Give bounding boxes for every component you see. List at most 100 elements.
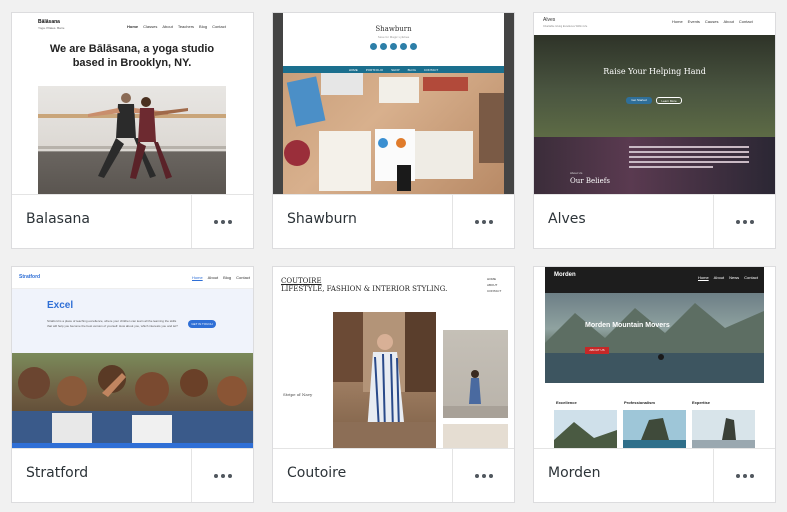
preview-nav-item: Blog [223,275,232,280]
preview-body-text: Stratford is a place of teaching excelle… [47,319,178,328]
preview-header: Stratford Home About Blog Contact [12,267,253,289]
theme-card-footer: Shawburn [273,194,514,248]
woman-striped-dress-image [333,312,436,448]
preview-tagline: Yoga. Pilates. Barre [38,26,65,30]
theme-card-footer: Coutoire [273,448,514,502]
preview-hero-title: Morden Mountain Movers [585,322,670,329]
preview-nav: Home Classes About Teachers Blog Contact [127,24,226,29]
preview-button: ABOUT US [585,347,609,354]
ellipsis-icon [735,219,754,224]
preview-column-title: Expertise [692,400,711,405]
theme-card-footer: Alves [534,194,775,248]
yoga-figures-image [38,93,226,179]
preview-headline-line: based in Brooklyn, NY. [72,57,192,69]
preview-nav-item: PORTFOLIO [365,67,384,72]
theme-card-balasana[interactable]: Bālāsana Yoga. Pilates. Barre Home Class… [11,12,254,249]
preview-nav-item: Contact [744,275,758,280]
preview-nav-item: About [723,19,734,24]
theme-card-morden[interactable]: Morden Home About News Contact Morden Mo… [533,266,776,503]
preview-nav-item: Events [687,19,700,24]
preview-nav-item: Home [698,275,709,280]
linkedin-icon [410,43,417,50]
instagram-icon [390,43,397,50]
theme-preview[interactable]: COUTOIRE LIFESTYLE, FASHION & INTERIOR S… [273,267,514,448]
theme-preview[interactable]: Morden Home About News Contact Morden Mo… [534,267,775,448]
theme-card-stratford[interactable]: Stratford Home About Blog Contact Excel … [11,266,254,503]
pinterest-icon [400,43,407,50]
more-options-button[interactable] [713,449,775,502]
preview-nav-item: Teachers [177,24,195,29]
ellipsis-icon [213,473,232,478]
preview-nav-item: About [713,275,725,280]
more-options-button[interactable] [452,195,514,248]
preview-logo: Bālāsana [38,19,60,25]
preview-nav-item: BLOG [407,67,416,72]
preview-nav-item: Home [127,24,139,29]
twitter-icon [380,43,387,50]
preview-hero-title: Raise Your Helping Hand [603,67,706,76]
preview-headline: We are Bālāsana, a yoga studio based in … [32,42,232,70]
theme-preview[interactable]: Bālāsana Yoga. Pilates. Barre Home Class… [12,13,253,194]
theme-name[interactable]: Balasana [26,211,90,227]
preview-button: GET IN TOUCH [188,320,216,328]
more-options-button[interactable] [191,449,253,502]
preview-main-photo [333,312,436,448]
theme-card-coutoire[interactable]: COUTOIRE LIFESTYLE, FASHION & INTERIOR S… [272,266,515,503]
preview-section: About Us Our Beliefs [534,137,775,194]
preview-button: Learn More [656,97,682,104]
theme-preview[interactable]: Alves Charitable Giving Excellence Withi… [534,13,775,194]
social-icons [370,43,417,50]
theme-name[interactable]: Stratford [26,465,88,481]
ellipsis-icon [474,219,493,224]
theme-card-shawburn[interactable]: Shawburn Save for Magic Lyfebea HOME POR… [272,12,515,249]
preview-hero: Raise Your Helping Hand Get Started Lear… [534,35,775,137]
woman-standing-image [443,370,508,418]
preview-nav: HOME PORTFOLIO SHOP BLOG CONTACT [283,66,504,73]
preview-nav-item: About [162,24,173,29]
theme-name[interactable]: Shawburn [287,211,357,227]
theme-card-footer: Balasana [12,194,253,248]
preview-logo: Stratford [19,274,41,280]
coastal-cliff-image [554,410,617,448]
preview-hero-photo [12,353,253,443]
preview-side-photo [443,330,508,418]
mountain-lake-image [545,303,764,383]
theme-card-alves[interactable]: Alves Charitable Giving Excellence Withi… [533,12,776,249]
preview-body-text [629,143,749,183]
ellipsis-icon [735,473,754,478]
theme-name[interactable]: Morden [548,465,601,481]
preview-subtitle: Save for Magic Lyfebea [377,35,410,39]
preview-logo: Alves [543,17,556,23]
preview-button: Get Started [626,97,652,104]
preview-logo: Morden [554,272,576,278]
preview-hero-photo [283,73,504,194]
preview-beige-block [443,424,508,448]
theme-name[interactable]: Coutoire [287,465,346,481]
theme-preview[interactable]: Stratford Home About Blog Contact Excel … [12,267,253,448]
preview-sidebar: Stripe of Navy [283,392,312,398]
preview-nav-item: Classes [143,24,158,29]
preview-page: Shawburn Save for Magic Lyfebea HOME POR… [283,13,504,194]
island-rock-image [623,410,686,448]
preview-nav: Home Events Causes About Contact [672,19,753,24]
preview-nav-item: CONTACT [423,67,439,72]
more-options-button[interactable] [191,195,253,248]
ellipsis-icon [474,473,493,478]
preview-nav-item: Contact [236,275,250,280]
preview-nav-item: Blog [199,24,208,29]
preview-title: Shawburn [375,25,412,33]
preview-hero-photo [38,86,226,194]
preview-nav-item: SHOP [391,67,400,72]
preview-nav-item: Contact [738,19,753,24]
theme-name[interactable]: Alves [548,211,586,227]
preview-nav-item: HOME [348,67,358,72]
preview-hero: Excel Stratford is a place of teaching e… [12,289,253,353]
preview-nav-item: News [729,275,740,280]
more-options-button[interactable] [452,449,514,502]
more-options-button[interactable] [713,195,775,248]
preview-headline: Excel [47,300,74,311]
preview-nav-item: CONTACT [487,289,502,293]
theme-card-footer: Stratford [12,448,253,502]
preview-nav-item: Contact [212,24,226,29]
theme-preview[interactable]: Shawburn Save for Magic Lyfebea HOME POR… [273,13,514,194]
